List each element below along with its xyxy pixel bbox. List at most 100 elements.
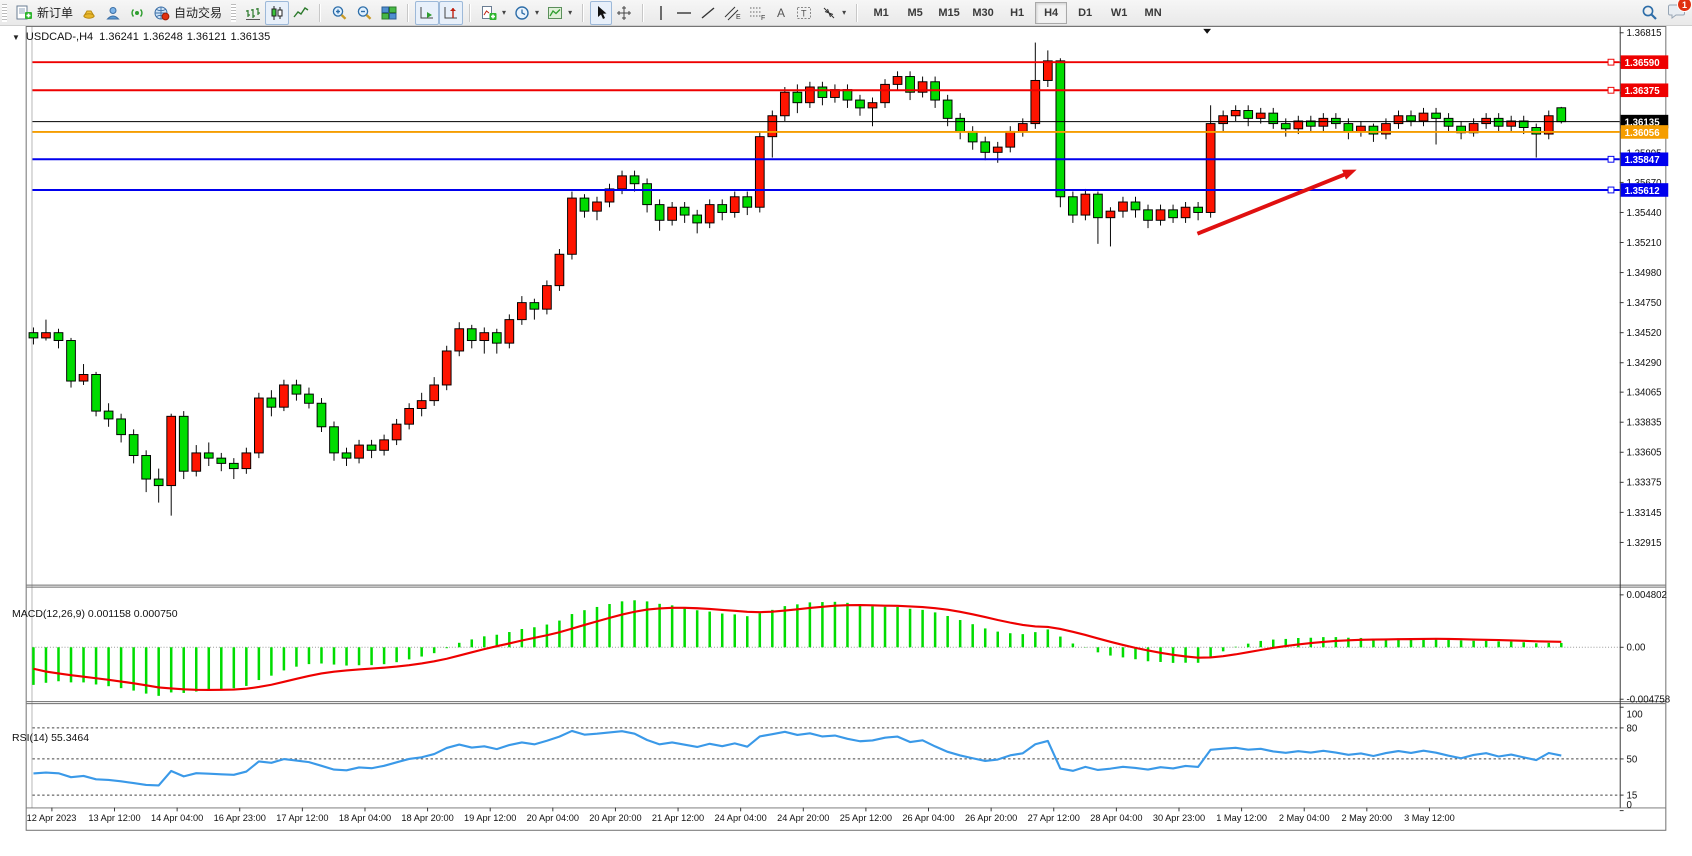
candle [1056, 61, 1065, 197]
text-icon: A [774, 5, 788, 21]
auto-trading-button[interactable]: 自动交易 [149, 1, 226, 25]
search-icon[interactable] [1641, 4, 1658, 21]
zoom-in-button[interactable] [327, 1, 352, 25]
candle [893, 77, 902, 85]
chart-shift-button[interactable] [439, 1, 463, 25]
candle [280, 385, 289, 407]
svg-text:F: F [761, 15, 765, 21]
timeframe-button-H4[interactable]: H4 [1035, 2, 1067, 24]
time-tick-label: 27 Apr 12:00 [1028, 813, 1080, 823]
svg-text:E: E [736, 14, 741, 21]
crosshair-button[interactable] [612, 1, 636, 25]
timeframe-button-M5[interactable]: M5 [899, 2, 931, 24]
candle [1043, 61, 1052, 81]
auto-trading-icon [153, 5, 170, 21]
line-chart-button[interactable] [289, 1, 313, 25]
candle [1482, 118, 1491, 123]
bar-chart-button[interactable] [241, 1, 265, 25]
timeframe-button-D1[interactable]: D1 [1069, 2, 1101, 24]
price-line-handle[interactable] [1608, 59, 1614, 65]
candle [392, 424, 401, 440]
candle [355, 445, 364, 458]
candle [492, 333, 501, 343]
candle [42, 333, 51, 338]
timeframe-button-MN[interactable]: MN [1137, 2, 1169, 24]
candle [405, 408, 414, 424]
price-tag-label: 1.36375 [1625, 86, 1661, 97]
new-order-button[interactable]: 新订单 [12, 1, 77, 25]
periods-button[interactable]: ▾ [510, 1, 543, 25]
text-button[interactable]: A [770, 1, 792, 25]
candle [530, 303, 539, 310]
price-line-handle[interactable] [1608, 87, 1614, 93]
signals-button[interactable] [125, 1, 149, 25]
trendline-icon [700, 5, 716, 21]
candle [568, 198, 577, 254]
toolbar-grip[interactable] [2, 4, 7, 22]
community-button[interactable] [101, 1, 125, 25]
candle [1169, 210, 1178, 218]
price-tick-label: 1.33145 [1627, 508, 1662, 519]
timeframe-button-M30[interactable]: M30 [967, 2, 999, 24]
candle [1419, 113, 1428, 121]
candle [92, 375, 101, 412]
candle [956, 118, 965, 131]
dropdown-caret-icon: ▾ [568, 8, 572, 17]
price-tick-label: 1.33835 [1627, 418, 1662, 429]
candle [417, 401, 426, 409]
community-person-icon [105, 5, 121, 21]
candle [467, 329, 476, 341]
candle [517, 303, 526, 320]
svg-text:T: T [801, 8, 807, 18]
chart-canvas[interactable]: 1.368151.365851.363551.361251.358951.356… [0, 25, 1692, 856]
symbol-dropdown-icon[interactable]: ▼ [12, 33, 20, 42]
candle [818, 87, 827, 97]
dropdown-caret-icon: ▾ [502, 8, 506, 17]
price-line-handle[interactable] [1608, 187, 1614, 193]
candlestick-chart-button[interactable] [265, 1, 289, 25]
time-tick-label: 13 Apr 12:00 [88, 813, 140, 823]
cursor-button[interactable] [590, 1, 612, 25]
auto-scroll-button[interactable] [415, 1, 439, 25]
candle [618, 176, 627, 189]
equidistant-channel-button[interactable]: E [720, 1, 745, 25]
price-tick-label: 1.34290 [1627, 358, 1663, 369]
zoom-out-button[interactable] [352, 1, 377, 25]
text-label-button[interactable]: T [792, 1, 817, 25]
timeframe-button-M15[interactable]: M15 [933, 2, 965, 24]
fibonacci-button[interactable]: F [745, 1, 770, 25]
new-order-icon [16, 5, 33, 21]
rsi-axis-label: 100 [1627, 710, 1644, 721]
rsi-axis-label: 50 [1627, 754, 1638, 765]
indicators-button[interactable]: ▾ [477, 1, 510, 25]
equidistant-channel-icon: E [724, 5, 741, 21]
candle [267, 398, 276, 407]
auto-trading-label: 自动交易 [174, 4, 222, 21]
candle [229, 463, 238, 468]
dropdown-caret-icon: ▾ [842, 8, 846, 17]
trendline-button[interactable] [696, 1, 720, 25]
candle [317, 403, 326, 427]
price-line-handle[interactable] [1608, 156, 1614, 162]
timeframe-button-M1[interactable]: M1 [865, 2, 897, 24]
timeframe-button-H1[interactable]: H1 [1001, 2, 1033, 24]
macd-axis-label: 0.004802 [1627, 590, 1667, 601]
chart-window[interactable]: ▼ USDCAD-,H4 1.36241 1.36248 1.36121 1.3… [0, 25, 1692, 856]
toolbar-grip[interactable] [231, 4, 236, 22]
vertical-line-button[interactable] [650, 1, 672, 25]
timeframe-button-W1[interactable]: W1 [1103, 2, 1135, 24]
candle [1357, 126, 1366, 131]
time-tick-label: 18 Apr 20:00 [401, 813, 453, 823]
horizontal-line-button[interactable] [672, 1, 696, 25]
chat-button[interactable]: 1 [1668, 2, 1686, 22]
templates-button[interactable]: ▾ [543, 1, 576, 25]
arrows-button[interactable]: ▾ [817, 1, 850, 25]
tile-windows-button[interactable] [377, 1, 401, 25]
market-button[interactable] [77, 1, 101, 25]
candle [192, 453, 201, 471]
candle [1106, 211, 1115, 218]
macd-axis-label: 0.00 [1627, 643, 1646, 654]
candle [1206, 124, 1215, 213]
candle [217, 458, 226, 463]
candle [668, 207, 677, 220]
